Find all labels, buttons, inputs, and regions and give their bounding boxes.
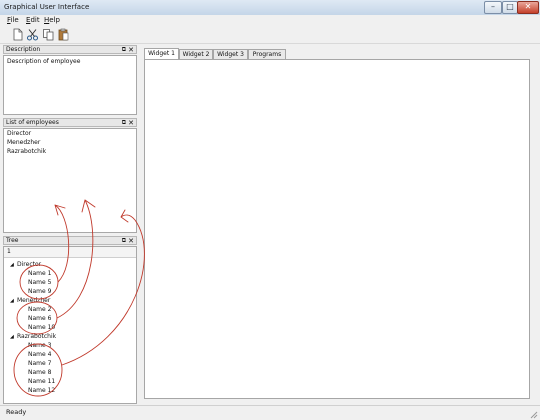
menu-help[interactable]: Help [44,16,60,24]
float-icon[interactable]: ⧉ [122,46,126,54]
tree-group[interactable]: Razrabotchik [17,333,56,341]
tree-leaf[interactable]: Name 10 [28,324,55,332]
tree-leaf[interactable]: Name 9 [28,288,51,296]
tree-leaf[interactable]: Name 4 [28,351,51,359]
resize-grip-icon[interactable] [528,409,538,419]
menu-file[interactable]: File [7,16,19,24]
close-window-button[interactable]: ✕ [517,1,539,14]
employees-dock-title: List of employees ⧉ ✕ [3,118,137,127]
float-icon[interactable]: ⧉ [122,237,126,245]
tree-leaf[interactable]: Name 5 [28,279,51,287]
float-icon[interactable]: ⧉ [122,119,126,127]
tree-leaf[interactable]: Name 1 [28,270,51,278]
description-dock: Description ⧉ ✕ Description of employee [3,45,137,115]
employees-list[interactable]: Director Menedzher Razrabotchik [3,128,137,233]
tab-content-widget-1 [144,59,530,399]
window-title: Graphical User Interface [4,3,90,11]
tree-leaf[interactable]: Name 3 [28,342,51,350]
tab-widget-3[interactable]: Widget 3 [213,49,248,59]
new-document-icon[interactable] [11,28,24,41]
close-icon[interactable]: ✕ [128,237,134,245]
tab-widget-1[interactable]: Widget 1 [144,48,179,59]
tree-leaf[interactable]: Name 6 [28,315,51,323]
expand-arrow-icon[interactable]: ◢ [10,333,14,341]
menu-bar: File Edit Help [0,15,540,26]
tree-group[interactable]: Director [17,261,41,269]
description-dock-title: Description ⧉ ✕ [3,45,137,54]
description-text: Description of employee [7,58,81,65]
expand-arrow-icon[interactable]: ◢ [10,261,14,269]
tree-group[interactable]: Menedzher [17,297,50,305]
employees-dock: List of employees ⧉ ✕ Director Menedzher… [3,118,137,233]
copy-icon[interactable] [42,28,55,41]
tab-widget-2[interactable]: Widget 2 [179,49,213,59]
tree-leaf[interactable]: Name 7 [28,360,51,368]
paste-icon[interactable] [57,28,70,41]
expand-arrow-icon[interactable]: ◢ [10,297,14,305]
close-icon[interactable]: ✕ [128,119,134,127]
tree-header[interactable]: 1 [4,247,136,258]
tree-leaf[interactable]: Name 2 [28,306,51,314]
tree-leaf[interactable]: Name 8 [28,369,51,377]
cut-icon[interactable] [26,28,39,41]
title-bar: Graphical User Interface – □ ✕ [0,0,540,16]
list-item[interactable]: Director [7,130,31,137]
tab-programs[interactable]: Programs [248,49,286,59]
list-item[interactable]: Razrabotchik [7,148,46,155]
minimize-button[interactable]: – [484,1,502,14]
menu-edit[interactable]: Edit [26,16,40,24]
maximize-button[interactable]: □ [502,1,518,14]
description-panel[interactable]: Description of employee [3,55,137,115]
tree-dock: Tree ⧉ ✕ 1 ◢ Director Name 1 Name 5 Name… [3,236,137,404]
tree-leaf[interactable]: Name 12 [28,387,55,395]
employee-tree[interactable]: 1 ◢ Director Name 1 Name 5 Name 9 ◢ Mene… [3,246,137,404]
tree-leaf[interactable]: Name 11 [28,378,55,386]
list-item[interactable]: Menedzher [7,139,40,146]
tree-dock-title: Tree ⧉ ✕ [3,236,137,245]
toolbar [0,26,540,44]
status-text: Ready [6,408,27,416]
close-icon[interactable]: ✕ [128,46,134,54]
status-bar: Ready [0,405,540,420]
